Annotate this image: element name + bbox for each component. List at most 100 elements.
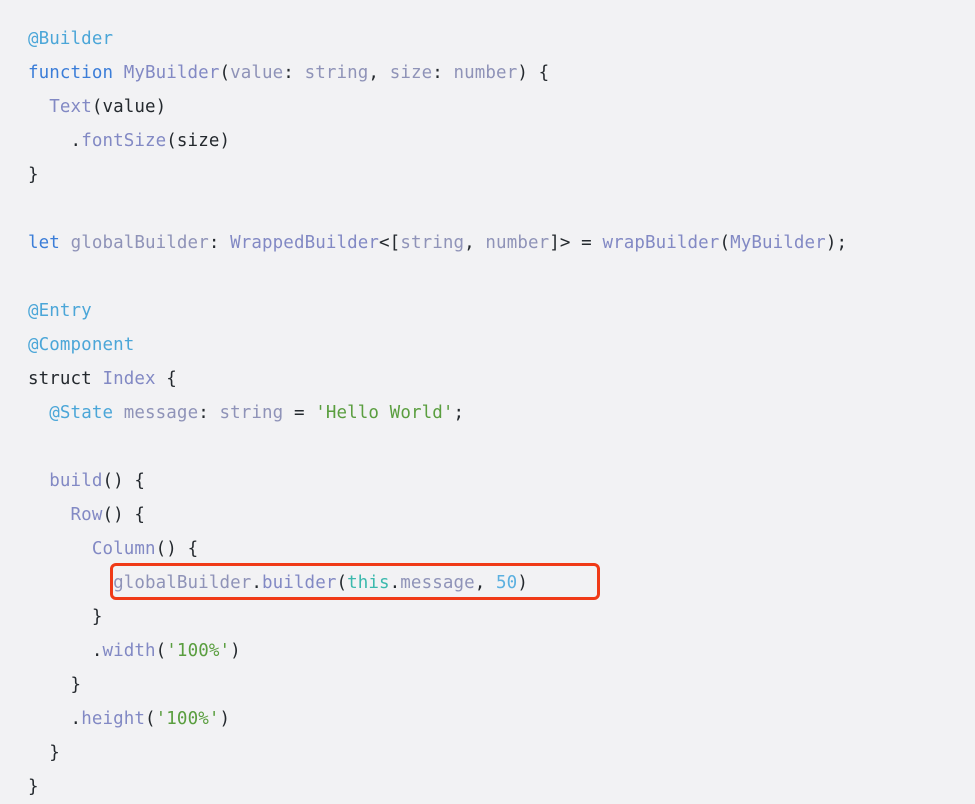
code-token-decorator: @Component (28, 335, 135, 355)
code-token-function-name: builder (262, 573, 337, 593)
code-token-number: 50 (496, 573, 518, 593)
code-line[interactable]: } (28, 770, 975, 804)
code-line[interactable]: .width('100%') (28, 634, 975, 668)
code-token-string: 'Hello World' (315, 403, 454, 423)
code-token-plain: ) (230, 641, 241, 661)
code-line-text: Column() { (28, 539, 198, 559)
code-line[interactable]: Text(value) (28, 90, 975, 124)
code-token-plain: ( (336, 573, 348, 593)
code-token-identifier: string (304, 63, 369, 83)
code-line[interactable]: build() { (28, 464, 975, 498)
code-token-plain: : (198, 403, 220, 423)
code-token-plain: ( (155, 641, 167, 661)
code-token-plain: ( (145, 709, 156, 729)
code-token-function-name: MyBuilder (123, 63, 220, 83)
code-token-function-name: height (81, 709, 146, 729)
code-token-plain: () { (102, 471, 146, 491)
code-token-function-name: width (102, 641, 156, 661)
code-token-function-name: build (49, 471, 103, 491)
code-token-type-name: WrappedBuilder (230, 233, 380, 253)
code-token-identifier: globalBuilder (113, 573, 252, 593)
code-line[interactable]: @State message: string = 'Hello World'; (28, 396, 975, 430)
code-token-plain: : (432, 63, 454, 83)
code-line[interactable]: function MyBuilder(value: string, size: … (28, 56, 975, 90)
code-token-plain: , (474, 573, 497, 593)
code-line[interactable]: } (28, 600, 975, 634)
code-token-decorator: @Entry (28, 301, 92, 321)
code-line[interactable]: @Component (28, 328, 975, 362)
code-token-type-name: Index (102, 369, 156, 389)
code-line[interactable]: .height('100%') (28, 702, 975, 736)
code-token-plain: } (49, 743, 60, 763)
code-line[interactable]: struct Index { (28, 362, 975, 396)
code-line-text: } (28, 607, 103, 627)
code-line-text: } (28, 743, 60, 763)
code-line-text: .fontSize(size) (28, 131, 230, 151)
code-line-text: } (28, 777, 39, 797)
code-token-plain: () { (102, 505, 146, 525)
code-token-plain: } (28, 777, 39, 797)
code-editor-surface: @Builder function MyBuilder(value: string… (0, 0, 975, 797)
code-line-blank[interactable] (28, 192, 975, 226)
code-token-identifier: number (485, 233, 550, 253)
code-token-function-name: fontSize (81, 131, 167, 151)
code-line-text: Text(value) (28, 97, 166, 117)
code-line[interactable]: } (28, 736, 975, 770)
code-token-keyword: let (28, 233, 60, 253)
code-token-plain: { (155, 369, 177, 389)
code-line[interactable]: } (28, 158, 975, 192)
code-token-plain: ) (517, 573, 528, 593)
code-line[interactable]: } (28, 668, 975, 702)
code-line[interactable]: @Entry (28, 294, 975, 328)
code-token-plain: . (70, 131, 82, 151)
code-token-plain: ) { (517, 63, 550, 83)
code-token-identifier: globalBuilder (70, 233, 209, 253)
code-token-identifier: string (400, 233, 465, 253)
code-token-plain: . (251, 573, 263, 593)
code-token-plain: ); (825, 233, 848, 253)
code-listing[interactable]: @Builder function MyBuilder(value: string… (28, 22, 975, 804)
code-token-decorator: @Builder (28, 29, 114, 49)
code-token-plain: ) (219, 709, 231, 729)
code-token-plain: ; (453, 403, 465, 423)
code-line[interactable]: @Builder (28, 22, 975, 56)
code-line[interactable]: Column() { (28, 532, 975, 566)
code-line[interactable]: let globalBuilder: WrappedBuilder<[strin… (28, 226, 975, 260)
code-token-plain: ( (719, 233, 731, 253)
code-token-plain: } (91, 607, 103, 627)
code-line[interactable]: globalBuilder.builder(this.message, 50) (28, 563, 975, 600)
code-line-text: globalBuilder.builder(this.message, 50) (28, 573, 528, 593)
code-line-blank[interactable] (28, 260, 975, 294)
code-token-function-name: Text (49, 97, 92, 117)
code-line[interactable]: .fontSize(size) (28, 124, 975, 158)
code-line-text: let globalBuilder: WrappedBuilder<[strin… (28, 233, 847, 253)
code-token-plain: (value) (91, 97, 167, 117)
code-line-text: function MyBuilder(value: string, size: … (28, 63, 549, 83)
code-line-text: @Entry (28, 301, 92, 321)
code-line-blank[interactable] (28, 430, 975, 464)
code-token-this-keyword: this (347, 573, 390, 593)
code-token-decorator: @State (49, 403, 114, 423)
code-token-identifier: string (219, 403, 284, 423)
code-token-plain: } (28, 165, 39, 185)
code-token-function-name: Row (70, 505, 103, 525)
code-token-plain: () { (155, 539, 199, 559)
code-token-identifier: message (400, 573, 475, 593)
code-token-identifier: message (123, 403, 199, 423)
code-token-plain: . (91, 641, 103, 661)
code-line[interactable]: Row() { (28, 498, 975, 532)
code-token-string: '100%' (155, 709, 220, 729)
code-line-text: Row() { (28, 505, 145, 525)
